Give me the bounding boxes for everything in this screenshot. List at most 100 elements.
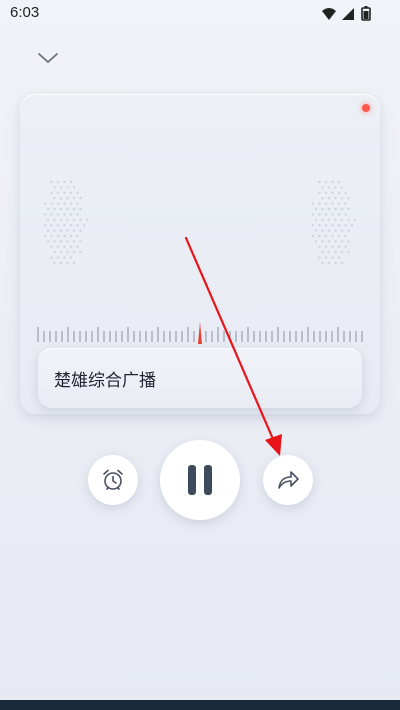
left-speaker-grille [43,180,89,265]
speaker-dot [344,234,347,238]
speaker-dot [66,186,69,189]
sleep-timer-button[interactable] [88,455,138,505]
speaker-dot [59,251,63,254]
speaker-dot [321,197,324,200]
speaker-dot [318,213,321,216]
speaker-dot [53,229,56,232]
speaker-dot [50,256,53,259]
speaker-dot [347,218,350,221]
speaker-dot [340,251,344,254]
speaker-dot [72,197,76,200]
speaker-dot [318,180,321,184]
speaker-dot [69,213,73,216]
speaker-dot [63,234,66,238]
speaker-dot [334,261,337,265]
speaker-dot [69,245,73,248]
speaker-dot [314,240,318,243]
speaker-dot [350,224,354,227]
speaker-dot [53,207,56,211]
speaker-dot [347,251,350,254]
speaker-dot [59,197,63,200]
speaker-dot [66,251,69,254]
speaker-dot [321,218,324,221]
speaker-dot [337,224,341,227]
station-panel[interactable]: 楚雄综合广播 [38,348,362,408]
speaker-dot [334,186,337,189]
speaker-dot [79,197,82,200]
speaker-dot [314,229,318,232]
speaker-dot [327,218,331,221]
speaker-dot [76,202,79,205]
collapse-button[interactable] [34,44,62,72]
speaker-dot [331,256,334,259]
speaker-dot [311,202,315,205]
speaker-dot [69,202,73,205]
speaker-dot [318,256,321,259]
speaker-dot [331,234,334,238]
speaker-dot [53,197,56,200]
speaker-dot [318,245,321,248]
status-icons [322,6,371,21]
speaker-dot [344,202,347,205]
speaker-dot [46,207,50,211]
station-name: 楚雄综合广播 [54,371,156,391]
speaker-dot [340,186,344,189]
speaker-dot [46,218,50,221]
speaker-dot [318,224,321,227]
speaker-dot [56,234,60,238]
speaker-dot [69,191,73,194]
speaker-dot [324,245,328,248]
speaker-dot [72,186,76,189]
speaker-dot [347,197,350,200]
speaker-dot [53,251,56,254]
speaker-dot [82,224,86,227]
speaker-dot [337,256,341,259]
speaker-dot [79,251,82,254]
speaker-dot [327,261,331,265]
speaker-dot [72,207,76,211]
speaker-dot [324,256,328,259]
speaker-dot [63,256,66,259]
speaker-dot [76,224,79,227]
speaker-dot [331,180,334,184]
speaker-dot [318,191,321,194]
speaker-dot [66,261,69,265]
speaker-dot [334,229,337,232]
speaker-dot [324,180,328,184]
speaker-dot [337,202,341,205]
speaker-dot [85,218,89,221]
tuner-dial[interactable] [36,322,366,348]
signal-icon [342,8,354,20]
speaker-dot [340,240,344,243]
speaker-dot [56,245,60,248]
speaker-dot [347,207,350,211]
speaker-dot [43,202,47,205]
speaker-dot [76,245,79,248]
speaker-dot [344,213,347,216]
pause-button[interactable] [160,440,240,520]
speaker-dot [63,180,66,184]
speaker-dot [69,256,73,259]
speaker-dot [53,218,56,221]
speaker-dot [314,207,318,211]
speaker-dot [314,218,318,221]
speaker-dot [72,261,76,265]
speaker-dot [340,207,344,211]
speaker-dot [69,234,73,238]
speaker-dot [340,197,344,200]
chevron-down-icon [38,53,58,63]
bottom-taskbar [0,700,400,710]
speaker-dot [324,234,328,238]
speaker-dot [53,261,56,265]
speaker-dot [334,251,337,254]
speaker-dot [76,213,79,216]
speaker-dot [43,234,47,238]
speaker-dot [337,234,341,238]
battery-icon [361,6,371,21]
alarm-clock-icon [103,469,123,490]
pause-icon [188,465,212,495]
speaker-dot [327,186,331,189]
speaker-dot [63,191,66,194]
speaker-dot [72,218,76,221]
share-button[interactable] [263,455,313,505]
